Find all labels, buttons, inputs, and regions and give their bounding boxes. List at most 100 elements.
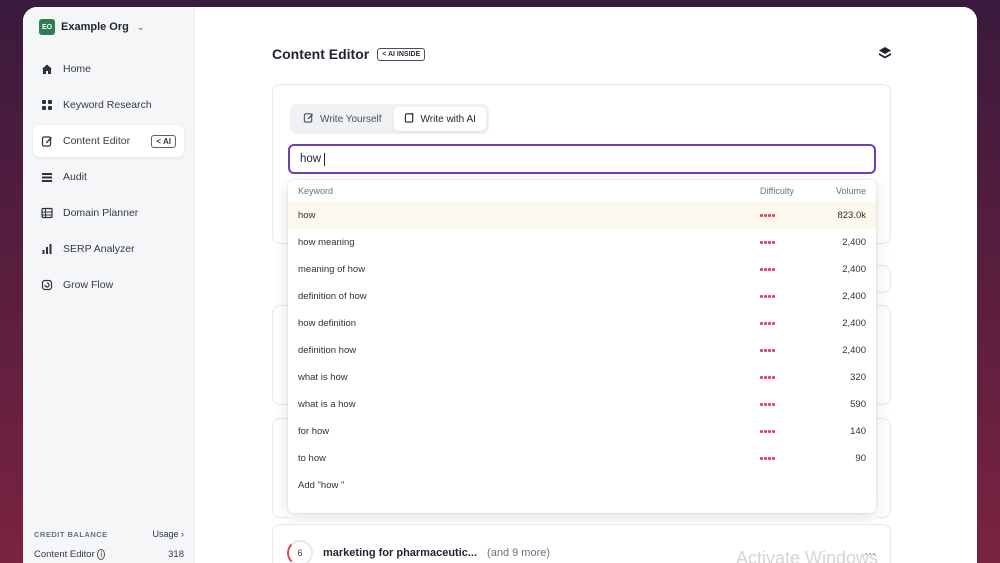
- credit-row-value: 318: [168, 549, 184, 560]
- col-keyword-header: Keyword: [298, 186, 334, 196]
- org-badge: EO: [39, 19, 55, 35]
- sidebar-nav: Home Keyword Research Content Editor < A…: [23, 47, 194, 311]
- keyword-text: how meaning: [298, 237, 355, 248]
- volume-value: 2,400: [842, 291, 866, 302]
- keyword-text: to how: [298, 453, 326, 464]
- difficulty-indicator: [760, 214, 820, 217]
- usage-link[interactable]: Usage ›: [152, 529, 184, 539]
- keyword-text: definition of how: [298, 291, 367, 302]
- sidebar-item-label: Domain Planner: [63, 207, 139, 219]
- keyword-suggestion-row[interactable]: how 823.0k: [288, 202, 876, 229]
- card-edge: [272, 305, 287, 405]
- sidebar-item-audit[interactable]: Audit: [33, 161, 184, 193]
- keyword-text: for how: [298, 426, 330, 437]
- mode-tabs: Write Yourself Write with AI: [290, 104, 489, 134]
- document-title: marketing for pharmaceutic...: [323, 547, 478, 559]
- search-value: how: [300, 153, 322, 165]
- flow-icon: [41, 279, 53, 291]
- add-keyword-option[interactable]: Add "how ": [288, 472, 876, 499]
- keyword-suggestion-row[interactable]: for how 140: [288, 418, 876, 445]
- sidebar-item-label: Audit: [63, 171, 87, 183]
- pencil-icon: [303, 112, 314, 126]
- difficulty-indicator: [760, 295, 820, 298]
- difficulty-indicator: [760, 457, 820, 460]
- sidebar-item-label: Home: [63, 63, 92, 75]
- keyword-text: definition how: [298, 345, 357, 356]
- sidebar-item-label: Grow Flow: [63, 279, 114, 291]
- sidebar-item-label: Keyword Research: [63, 99, 152, 111]
- ai-tag: < AI: [151, 134, 176, 148]
- difficulty-indicator: [760, 403, 820, 406]
- credit-row-label: Content Editor i: [34, 549, 106, 560]
- keyword-suggestion-row[interactable]: definition how 2,400: [288, 337, 876, 364]
- card-edge: [877, 265, 891, 293]
- volume-value: 2,400: [842, 264, 866, 275]
- sidebar-item-label: SERP Analyzer: [63, 243, 135, 255]
- keyword-text: meaning of how: [298, 264, 366, 275]
- score-circle: 6: [287, 540, 313, 563]
- sidebar-item-serp-analyzer[interactable]: SERP Analyzer: [33, 233, 184, 265]
- col-volume-header: Volume: [835, 186, 866, 196]
- document-more: (and 9 more): [487, 547, 551, 559]
- volume-value: 140: [850, 426, 866, 437]
- org-switcher[interactable]: EO Example Org ⌄: [23, 7, 194, 47]
- table-icon: [41, 207, 53, 219]
- home-icon: [41, 63, 53, 75]
- keyword-suggestion-row[interactable]: to how 90: [288, 445, 876, 472]
- keyword-suggestion-row[interactable]: what is a how 590: [288, 391, 876, 418]
- keyword-suggestions-dropdown: Keyword Difficulty Volume how 823.0k how m…: [288, 180, 876, 513]
- keyword-text: how definition: [298, 318, 357, 329]
- volume-value: 2,400: [842, 345, 866, 356]
- sidebar-item-grow-flow[interactable]: Grow Flow: [33, 269, 184, 301]
- keyword-suggestion-row[interactable]: definition of how 2,400: [288, 283, 876, 310]
- grid-icon: [41, 99, 53, 111]
- volume-value: 823.0k: [837, 210, 866, 221]
- difficulty-indicator: [760, 268, 820, 271]
- list-icon: [41, 171, 53, 183]
- card-edge: [272, 418, 287, 518]
- sidebar-item-home[interactable]: Home: [33, 53, 184, 85]
- credit-balance-title: CREDIT BALANCE: [34, 529, 108, 539]
- tab-label: Write Yourself: [320, 113, 382, 125]
- keyword-text: what is how: [298, 372, 348, 383]
- difficulty-indicator: [760, 322, 820, 325]
- org-name: Example Org: [61, 21, 129, 33]
- ai-inside-badge: < AI INSIDE: [377, 47, 426, 61]
- tab-write-with-ai[interactable]: Write with AI: [393, 107, 486, 131]
- keyword-text: what is a how: [298, 399, 356, 410]
- volume-value: 2,400: [842, 318, 866, 329]
- tab-label: Write with AI: [420, 113, 476, 125]
- tab-write-yourself[interactable]: Write Yourself: [293, 107, 392, 131]
- keyword-suggestion-row[interactable]: meaning of how 2,400: [288, 256, 876, 283]
- keyword-search-input[interactable]: how: [288, 144, 876, 174]
- keyword-suggestion-row[interactable]: how definition 2,400: [288, 310, 876, 337]
- keyword-text: how: [298, 210, 316, 221]
- keyword-suggestion-row[interactable]: what is how 320: [288, 364, 876, 391]
- activate-windows-watermark: Activate Windows: [736, 548, 879, 563]
- sidebar: EO Example Org ⌄ Home Keyword Research C…: [23, 7, 195, 563]
- layers-icon[interactable]: [879, 47, 920, 65]
- text-caret: [324, 152, 326, 166]
- col-difficulty-header: Difficulty: [760, 186, 794, 196]
- edit-icon: [41, 135, 53, 147]
- page-header: Content Editor < AI INSIDE: [272, 46, 426, 62]
- sidebar-item-keyword-research[interactable]: Keyword Research: [33, 89, 184, 121]
- volume-value: 320: [850, 372, 866, 383]
- ai-edit-icon: [404, 112, 415, 126]
- sidebar-item-label: Content Editor: [63, 135, 131, 147]
- keyword-suggestion-row[interactable]: how meaning 2,400: [288, 229, 876, 256]
- info-icon[interactable]: i: [97, 549, 106, 560]
- difficulty-indicator: [760, 376, 820, 379]
- credit-balance: CREDIT BALANCE Usage › Content Editor i …: [34, 529, 184, 560]
- volume-value: 90: [855, 453, 866, 464]
- bar-chart-icon: [41, 243, 53, 255]
- dropdown-header: Keyword Difficulty Volume: [288, 180, 876, 202]
- page-title: Content Editor: [272, 46, 370, 62]
- volume-value: 590: [850, 399, 866, 410]
- difficulty-indicator: [760, 430, 820, 433]
- volume-value: 2,400: [842, 237, 866, 248]
- sidebar-item-domain-planner[interactable]: Domain Planner: [33, 197, 184, 229]
- card-edge: [877, 418, 891, 518]
- difficulty-indicator: [760, 241, 820, 244]
- sidebar-item-content-editor[interactable]: Content Editor < AI: [33, 125, 184, 157]
